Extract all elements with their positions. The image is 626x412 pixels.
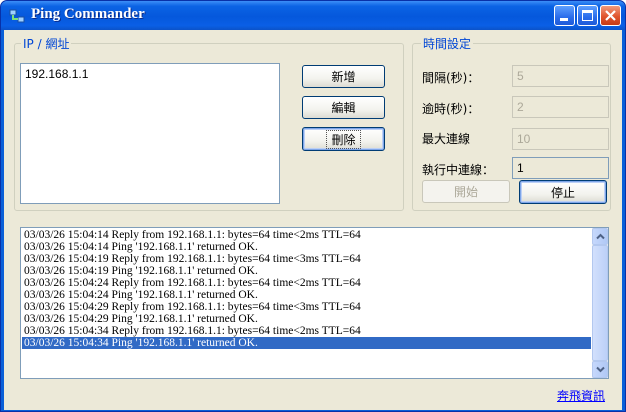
app-window: Ping Commander IP / 網址 192.168.1.1 新增 編輯…	[0, 0, 626, 412]
log-line-selected[interactable]: 03/03/26 15:04:34 Ping '192.168.1.1' ret…	[22, 337, 591, 349]
add-button[interactable]: 新增	[302, 65, 385, 88]
max-connections-field[interactable]: 10	[512, 128, 609, 150]
log-listbox[interactable]: 03/03/26 15:04:14 Reply from 192.168.1.1…	[20, 227, 609, 379]
add-button-label: 新增	[331, 70, 356, 84]
close-icon	[605, 10, 616, 21]
delete-button-label: 刪除	[326, 129, 361, 149]
max-connections-label: 最大連線	[422, 132, 471, 146]
log-line[interactable]: 03/03/26 15:04:19 Ping '192.168.1.1' ret…	[22, 265, 591, 277]
stop-button[interactable]: 停止	[519, 180, 607, 204]
minimize-button[interactable]	[554, 5, 575, 26]
start-button[interactable]: 開始	[422, 180, 510, 203]
interval-field[interactable]: 5	[512, 65, 609, 87]
edit-button-label: 編輯	[331, 101, 356, 115]
list-item[interactable]: 192.168.1.1	[25, 67, 88, 81]
company-link[interactable]: 奔飛資訊	[557, 387, 605, 404]
timeout-label: 逾時(秒)：	[422, 102, 480, 116]
log-line[interactable]: 03/03/26 15:04:14 Reply from 192.168.1.1…	[22, 229, 591, 241]
log-line[interactable]: 03/03/26 15:04:24 Reply from 192.168.1.1…	[22, 277, 591, 289]
log-scrollbar[interactable]	[592, 228, 608, 378]
app-network-icon	[9, 9, 25, 23]
time-group-legend: 時間設定	[421, 35, 474, 52]
dialog-body: IP / 網址 192.168.1.1 新增 編輯 刪除 時間設定 間隔(秒)：…	[4, 30, 622, 410]
log-line[interactable]: 03/03/26 15:04:34 Reply from 192.168.1.1…	[22, 325, 591, 337]
title-bar[interactable]: Ping Commander	[1, 1, 625, 30]
log-line[interactable]: 03/03/26 15:04:14 Ping '192.168.1.1' ret…	[22, 241, 591, 253]
ip-group-legend: IP / 網址	[21, 35, 72, 52]
stop-button-label: 停止	[550, 185, 575, 200]
scroll-up-button[interactable]	[592, 228, 608, 245]
scroll-down-button[interactable]	[592, 361, 608, 378]
window-title: Ping Commander	[31, 6, 145, 22]
timeout-field[interactable]: 2	[512, 96, 609, 118]
scroll-thumb[interactable]	[592, 245, 608, 361]
ip-list[interactable]: 192.168.1.1	[20, 63, 280, 204]
close-button[interactable]	[600, 5, 621, 26]
interval-label: 間隔(秒)：	[422, 71, 480, 85]
log-line[interactable]: 03/03/26 15:04:24 Ping '192.168.1.1' ret…	[22, 289, 591, 301]
minimize-icon	[560, 18, 568, 21]
edit-button[interactable]: 編輯	[302, 96, 385, 119]
start-button-label: 開始	[453, 185, 478, 199]
running-connections-label: 執行中連線：	[422, 163, 495, 177]
maximize-icon	[582, 10, 593, 21]
log-line[interactable]: 03/03/26 15:04:29 Reply from 192.168.1.1…	[22, 301, 591, 313]
chevron-up-icon	[596, 233, 605, 240]
chevron-down-icon	[596, 366, 605, 373]
running-connections-field: 1	[512, 157, 609, 179]
log-line[interactable]: 03/03/26 15:04:19 Reply from 192.168.1.1…	[22, 253, 591, 265]
log-line[interactable]: 03/03/26 15:04:29 Ping '192.168.1.1' ret…	[22, 313, 591, 325]
delete-button[interactable]: 刪除	[302, 127, 385, 151]
maximize-button[interactable]	[577, 5, 598, 26]
